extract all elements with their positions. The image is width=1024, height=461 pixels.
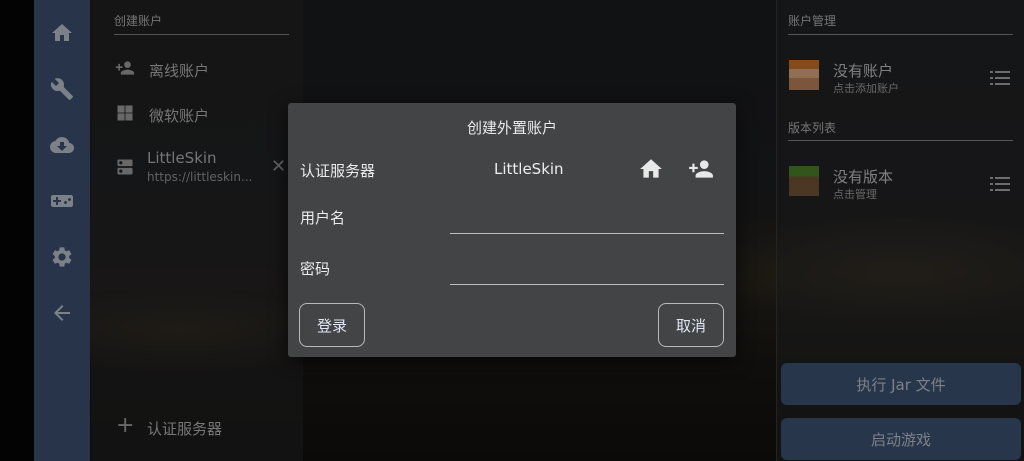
username-input[interactable] bbox=[450, 209, 724, 234]
auth-server-label: 认证服务器 bbox=[300, 162, 376, 180]
home-icon[interactable] bbox=[638, 156, 664, 182]
username-label: 用户名 bbox=[300, 209, 346, 227]
add-server-icon[interactable] bbox=[688, 156, 714, 182]
auth-server-value[interactable]: LittleSkin bbox=[494, 160, 564, 178]
cancel-button[interactable]: 取消 bbox=[658, 303, 724, 347]
password-label: 密码 bbox=[300, 260, 331, 278]
create-external-account-dialog: 创建外置账户 认证服务器 LittleSkin 用户名 密码 登录 取消 bbox=[288, 103, 736, 357]
login-button[interactable]: 登录 bbox=[299, 303, 365, 347]
password-input[interactable] bbox=[450, 260, 724, 285]
dialog-title: 创建外置账户 bbox=[466, 119, 557, 137]
